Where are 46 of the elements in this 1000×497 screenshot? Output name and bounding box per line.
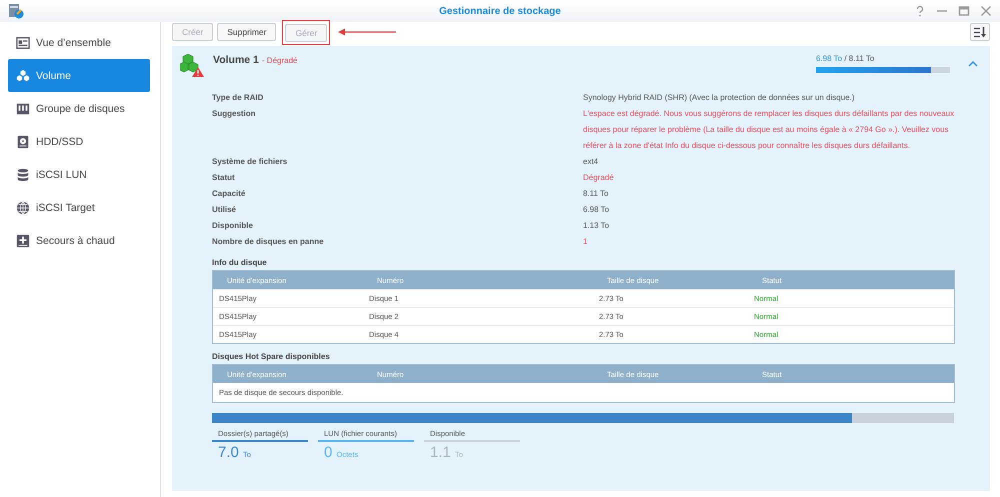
collapse-icon[interactable] — [968, 60, 978, 68]
detail-value: L'espace est dégradé. Nous vous suggérons de remplacer les disques durs défaillants par des nouveaux disques pour réparer le problème (La taille du disque est au moins égale à « 2794 Go ».). Veuillez vous référer à la zone d'état Info du disque ci-dessous pour connaître les disques durs défaillants. — [583, 108, 955, 152]
sort-icon — [974, 26, 986, 38]
sidebar-item[interactable]: HDD/SSD — [8, 125, 150, 158]
detail-value: 8.11 To — [583, 188, 610, 200]
sidebar-item-icon — [16, 200, 30, 214]
detail-label: Statut — [212, 172, 236, 184]
sidebar-item[interactable]: iSCSI Target — [8, 191, 150, 224]
window-title: Gestionnaire de stockage — [439, 6, 561, 16]
toolbar-button[interactable]: Supprimer — [217, 23, 276, 41]
close-icon[interactable] — [980, 5, 992, 17]
sidebar-item[interactable]: Volume — [8, 59, 150, 92]
detail-value: 1 — [583, 236, 588, 248]
sidebar-item[interactable]: Secours à chaud — [8, 224, 150, 257]
detail-label: Capacité — [212, 188, 246, 200]
volume-icon — [180, 54, 204, 78]
section-heading: Disques Hot Spare disponibles — [212, 352, 331, 361]
detail-label: Utilisé — [212, 204, 238, 216]
sidebar-item-icon — [16, 36, 30, 50]
maximize-icon[interactable] — [958, 5, 970, 17]
detail-value: Synology Hybrid RAID (SHR) (Avec la protection de données sur un disque.) — [583, 92, 856, 104]
detail-value: Dégradé — [583, 172, 615, 184]
detail-value: 1.13 To — [583, 220, 610, 232]
app-icon — [8, 3, 24, 19]
detail-label: Nombre de disques en panne — [212, 236, 325, 248]
detail-label: Suggestion — [212, 108, 257, 120]
sidebar-item-icon — [16, 68, 30, 82]
sidebar-item[interactable]: Groupe de disques — [8, 92, 150, 125]
sidebar-item-icon — [16, 234, 30, 248]
detail-label: Disponible — [212, 220, 254, 232]
volume-name: Volume 1 — [213, 54, 259, 66]
detail-label: Système de fichiers — [212, 156, 288, 168]
volume-status: - Dégradé — [262, 56, 298, 65]
detail-value: 6.98 To — [583, 204, 610, 216]
section-heading: Info du disque — [212, 258, 268, 267]
detail-value: ext4 — [583, 156, 600, 168]
sidebar-item-icon — [16, 134, 30, 148]
sort-button[interactable] — [970, 23, 990, 41]
sidebar-item-icon — [16, 168, 30, 182]
sidebar-item[interactable]: Vue d’ensemble — [8, 26, 150, 59]
sidebar-item-icon — [16, 102, 30, 116]
sidebar-item[interactable]: iSCSI LUN — [8, 158, 150, 191]
pointer-arrow — [338, 28, 396, 36]
usage-text: 6.98 To / 8.11 To — [816, 54, 876, 63]
help-icon[interactable] — [914, 5, 926, 17]
detail-label: Type de RAID — [212, 92, 264, 104]
